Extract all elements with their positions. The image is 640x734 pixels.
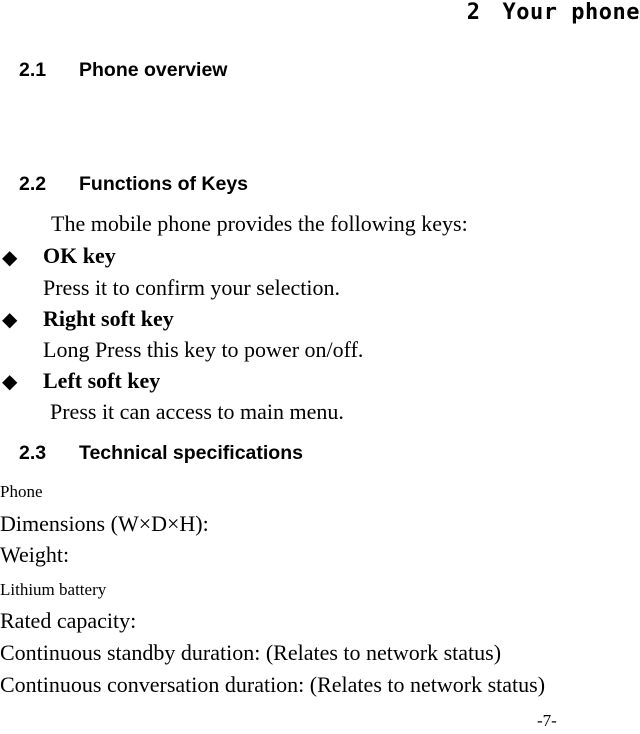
section-heading-2-3: 2.3 Technical specifications — [19, 442, 303, 465]
section-title: Functions of Keys — [79, 173, 249, 195]
keys-intro: The mobile phone provides the following … — [51, 211, 468, 236]
key-name-left-soft: Left soft key — [43, 368, 161, 393]
spec-dimensions: Dimensions (W×D×H): — [0, 511, 209, 536]
spec-phone-label: Phone — [0, 482, 43, 501]
spec-rated-capacity: Rated capacity: — [0, 608, 137, 633]
spec-battery-label: Lithium battery — [0, 580, 107, 599]
key-description-left-soft: Press it can access to main menu. — [50, 399, 344, 424]
section-heading-2-1: 2.1 Phone overview — [19, 59, 227, 82]
page-number: -7- — [537, 711, 557, 730]
spec-weight: Weight: — [0, 542, 70, 567]
spec-standby-duration: Continuous standby duration: (Relates to… — [0, 640, 502, 665]
diamond-bullet-icon: ◆ — [2, 309, 18, 331]
key-description-ok: Press it to confirm your selection. — [43, 275, 340, 300]
chapter-number: 2 — [466, 0, 481, 25]
section-heading-2-2: 2.2 Functions of Keys — [19, 173, 248, 196]
diamond-bullet-icon: ◆ — [2, 247, 18, 269]
key-description-right-soft: Long Press this key to power on/off. — [43, 337, 364, 362]
chapter-title: Your phone — [502, 0, 640, 25]
section-title: Technical specifications — [79, 442, 303, 464]
key-name-ok: OK key — [43, 243, 116, 268]
spec-conversation-duration: Continuous conversation duration: (Relat… — [0, 672, 546, 697]
diamond-bullet-icon: ◆ — [2, 371, 18, 393]
section-number: 2.3 — [19, 442, 47, 464]
key-name-right-soft: Right soft key — [43, 306, 174, 331]
section-title: Phone overview — [79, 59, 228, 81]
section-number: 2.2 — [19, 173, 47, 195]
section-number: 2.1 — [19, 59, 47, 81]
chapter-heading: 2 Your phone — [467, 0, 640, 25]
